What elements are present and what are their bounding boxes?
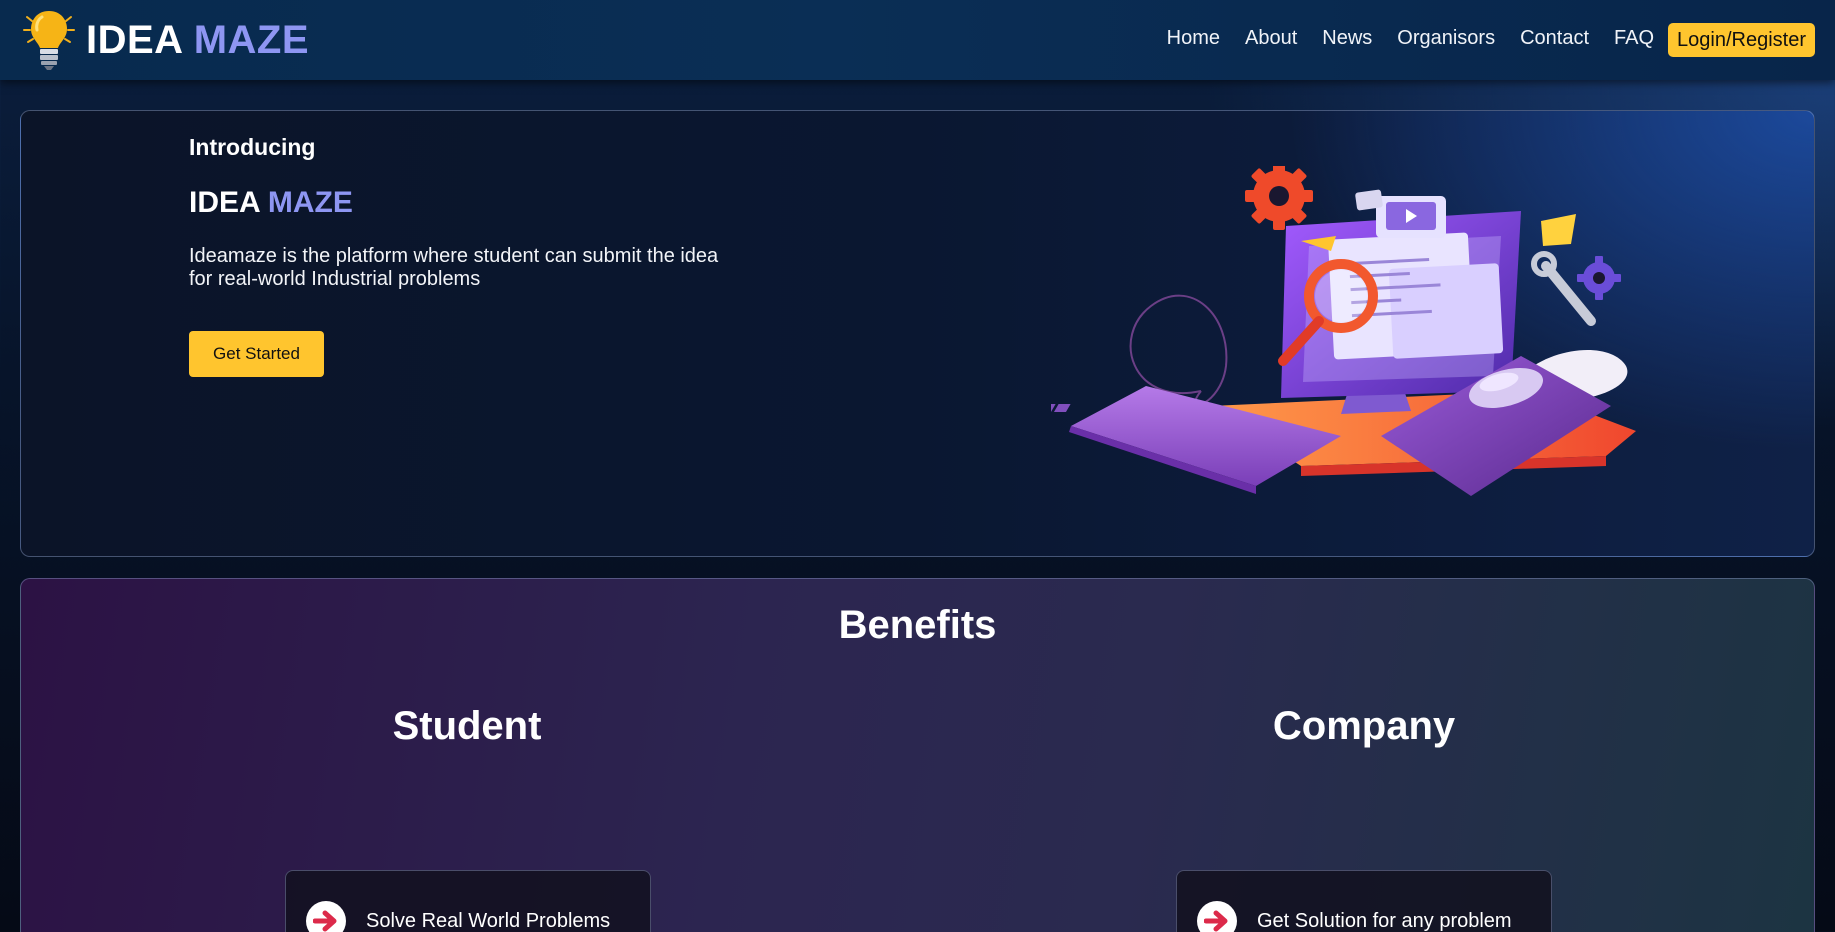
student-benefit-label: Solve Real World Problems bbox=[366, 909, 611, 932]
company-benefit-item: Get Solution for any problem bbox=[1197, 901, 1512, 932]
arrow-right-circle-icon bbox=[1197, 901, 1237, 932]
benefits-section: Benefits Student Company Solve Real Worl… bbox=[20, 578, 1815, 932]
student-benefit-card: Solve Real World Problems bbox=[285, 870, 651, 932]
brand-word-maze: MAZE bbox=[193, 18, 310, 62]
company-benefit-label: Get Solution for any problem bbox=[1257, 909, 1512, 932]
nav-contact-link[interactable]: Contact bbox=[1520, 27, 1589, 50]
login-register-button[interactable]: Login/Register bbox=[1668, 23, 1815, 57]
hero-section: Introducing IDEA MAZE Ideamaze is the pl… bbox=[20, 110, 1815, 557]
nav-faq-link[interactable]: FAQ bbox=[1614, 27, 1654, 50]
brand-word-idea: IDEA bbox=[86, 18, 183, 62]
nav-about-link[interactable]: About bbox=[1245, 27, 1297, 50]
hero-title-idea: IDEA bbox=[189, 186, 260, 219]
brand-logo[interactable]: IDEA MAZE bbox=[20, 8, 309, 72]
company-benefit-card: Get Solution for any problem bbox=[1176, 870, 1552, 932]
hero-description: Ideamaze is the platform where student c… bbox=[189, 245, 719, 290]
computer-workspace-illustration bbox=[1051, 166, 1636, 496]
lightbulb-icon bbox=[23, 11, 75, 70]
arrow-right-circle-icon bbox=[306, 901, 346, 932]
nav-home-link[interactable]: Home bbox=[1167, 27, 1220, 50]
nav-news-link[interactable]: News bbox=[1322, 27, 1372, 50]
brand-name: IDEA MAZE bbox=[86, 20, 309, 60]
nav-organisors-link[interactable]: Organisors bbox=[1397, 27, 1495, 50]
navbar: IDEA MAZE Home About News Organisors Con… bbox=[0, 0, 1835, 80]
student-benefit-item: Solve Real World Problems bbox=[306, 901, 610, 932]
benefits-title: Benefits bbox=[838, 603, 997, 647]
hero-title-maze: MAZE bbox=[267, 186, 353, 219]
company-column-title: Company bbox=[1272, 704, 1456, 748]
student-column-title: Student bbox=[392, 704, 542, 748]
get-started-button[interactable]: Get Started bbox=[189, 331, 324, 377]
nav-links: Home About News Organisors Contact FAQ L… bbox=[1167, 0, 1815, 76]
hero-eyebrow: Introducing bbox=[189, 134, 316, 160]
hero-title: IDEA MAZE bbox=[189, 186, 353, 220]
